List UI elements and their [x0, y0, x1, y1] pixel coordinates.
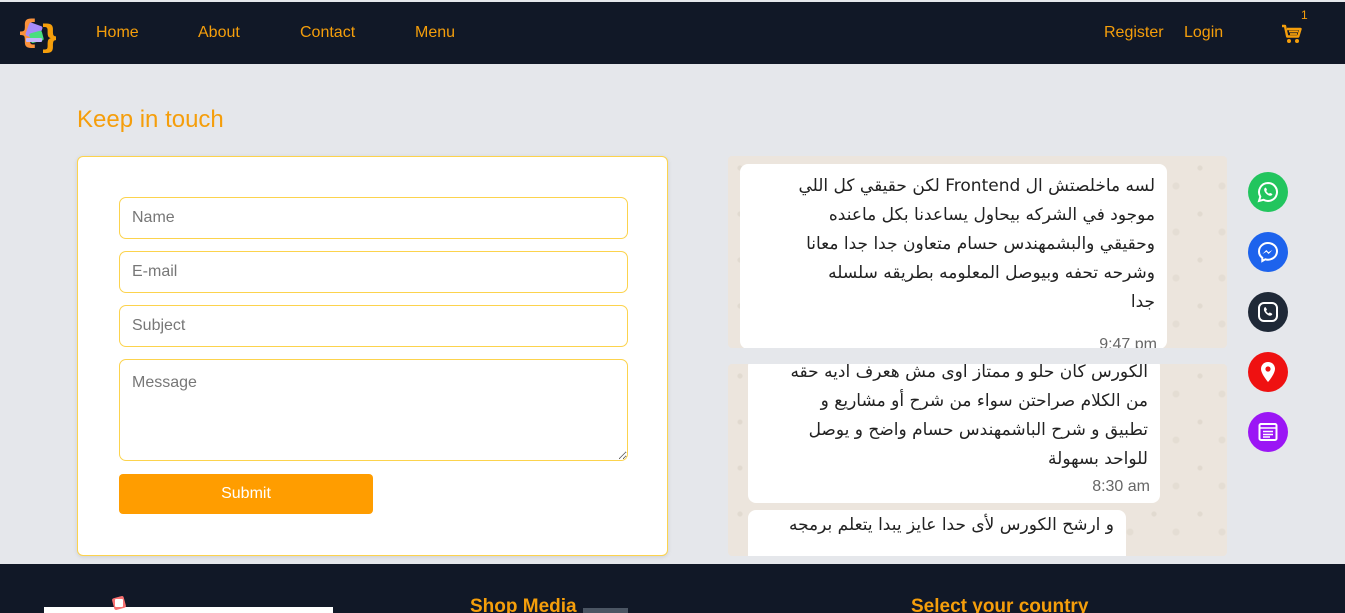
messenger-icon[interactable] [1248, 232, 1288, 272]
message-time: 9:47 pm [1099, 336, 1157, 348]
location-icon[interactable] [1248, 352, 1288, 392]
nav-about[interactable]: About [198, 23, 240, 43]
footer: Shop Media Select your country [0, 564, 1345, 613]
message-line: للواحد بسهولة [1048, 449, 1148, 469]
chat-bubble: و ارشح الكورس لأى حدا عايز يبدا يتعلم بر… [748, 510, 1126, 556]
testimonial-screenshot-2: الكورس كان حلو و ممتاز اوى مش هعرف اديه … [728, 364, 1227, 556]
nav-menu[interactable]: Menu [415, 23, 455, 43]
form-icon[interactable] [1248, 412, 1288, 452]
testimonial-screenshot-1: لسه ماخلصتش ال Frontend لكن حقيقي كل الل… [728, 156, 1227, 348]
message-line: وحقيقي والبشمهندس حسام متعاون جدا جدا مع… [806, 234, 1155, 254]
message-line: جدا [1130, 292, 1155, 312]
email-input[interactable] [119, 251, 628, 293]
cart-icon[interactable] [1280, 22, 1304, 46]
nav-contact[interactable]: Contact [300, 23, 355, 43]
nav-home[interactable]: Home [96, 23, 139, 43]
contact-form: Submit [77, 156, 668, 556]
brand-logo[interactable]: { } [16, 10, 62, 56]
phone-icon[interactable] [1248, 292, 1288, 332]
shop-media-heading: Shop Media [470, 596, 577, 613]
message-line: و ارشح الكورس لأى حدا عايز يبدا يتعلم بر… [788, 515, 1114, 535]
message-line: لسه ماخلصتش ال Frontend لكن حقيقي كل الل… [798, 176, 1155, 196]
chat-bubble: الكورس كان حلو و ممتاز اوى مش هعرف اديه … [748, 364, 1160, 503]
message-line: تطبيق و شرح الباشمهندس حسام واضح و يوصل [808, 420, 1148, 440]
message-line: من الكلام صراحتن سواء من شرح أو مشاريع و [820, 391, 1148, 411]
subject-input[interactable] [119, 305, 628, 347]
whatsapp-icon[interactable] [1248, 172, 1288, 212]
footer-logo [44, 607, 333, 613]
footer-logo-icon [111, 593, 133, 613]
page-title: Keep in touch [77, 106, 224, 133]
register-link[interactable]: Register [1104, 23, 1164, 43]
message-line: الكورس كان حلو و ممتاز اوى مش هعرف اديه … [790, 364, 1148, 382]
message-textarea[interactable] [119, 359, 628, 461]
footer-divider [583, 608, 628, 613]
message-time: 8:30 am [1092, 478, 1150, 495]
message-line: موجود في الشركه بيحاول يساعدنا بكل ماعند… [828, 205, 1155, 225]
cart-count-badge: 1 [1301, 8, 1308, 22]
login-link[interactable]: Login [1184, 23, 1223, 43]
country-heading: Select your country [911, 596, 1089, 613]
name-input[interactable] [119, 197, 628, 239]
submit-button[interactable]: Submit [119, 474, 373, 514]
chat-bubble: لسه ماخلصتش ال Frontend لكن حقيقي كل الل… [740, 164, 1167, 348]
navbar: { } Home About Contact Menu Register Log… [0, 2, 1345, 64]
message-line: وشرحه تحفه وبيوصل المعلومه بطريقه سلسله [828, 263, 1155, 283]
